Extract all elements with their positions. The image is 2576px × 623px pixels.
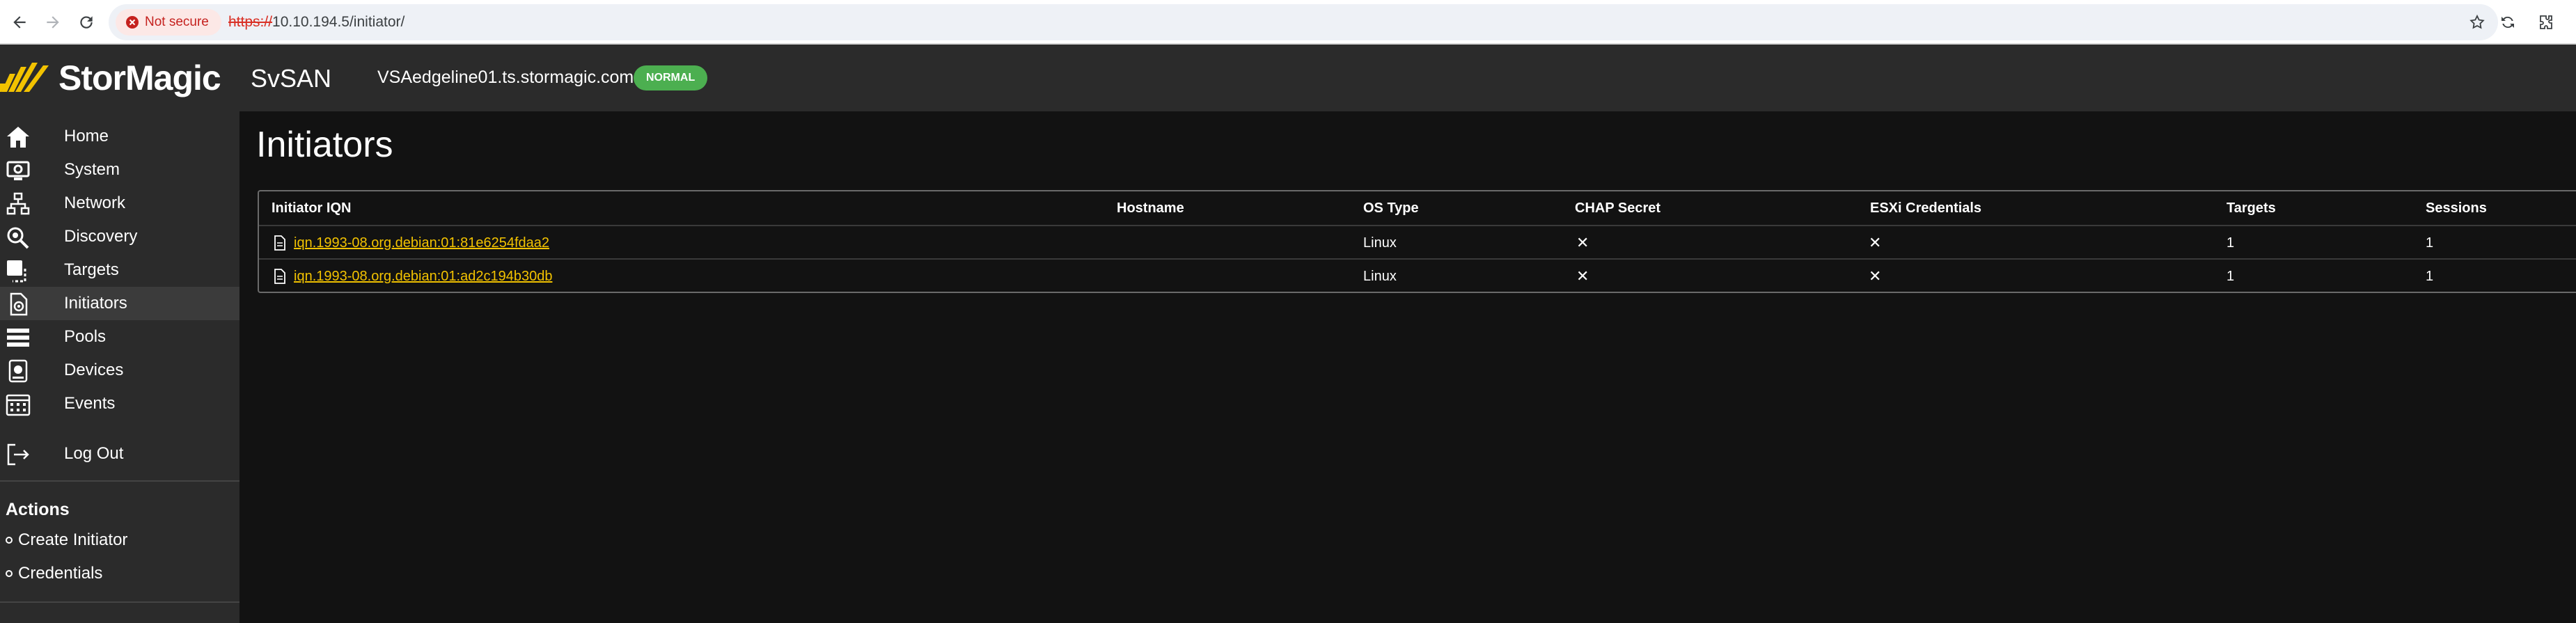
sync-button[interactable] [2494, 8, 2522, 36]
sidebar-divider [0, 480, 239, 482]
product-name: SvSAN [251, 64, 332, 93]
app-header: StorMagic SvSAN VSAedgeline01.ts.stormag… [0, 45, 2576, 111]
security-indicator[interactable]: Not secure [116, 9, 221, 36]
sidebar-item-label: Initiators [64, 294, 127, 313]
sidebar-item-label: Pools [64, 327, 107, 346]
sidebar-item-label: Events [64, 394, 116, 413]
reload-icon [80, 16, 93, 29]
sidebar-item-events[interactable]: Events [0, 387, 239, 420]
bookmark-button[interactable] [2463, 8, 2491, 36]
create-initiator-link[interactable]: Create Initiator [6, 530, 127, 550]
credentials-link[interactable]: Credentials [6, 564, 102, 583]
stormagic-logo[interactable]: StorMagic [0, 58, 221, 97]
star-icon [2469, 14, 2485, 29]
targets-icon [6, 259, 31, 283]
warning-icon [126, 16, 139, 29]
logo-text: StorMagic [58, 58, 221, 97]
home-icon [6, 125, 31, 149]
table-header-row: Initiator IQN Hostname OS Type CHAP Secr… [259, 191, 2576, 225]
discovery-icon [6, 226, 31, 249]
sidebar-item-devices[interactable]: Devices [0, 354, 239, 387]
sidebar-item-logout[interactable]: Log Out [0, 437, 239, 471]
logo-stripes-icon [0, 63, 49, 92]
os-type-cell: Linux [1363, 269, 1397, 284]
sidebar-item-network[interactable]: Network [0, 187, 239, 220]
sidebar: Home System Network Discovery Targets In… [0, 111, 239, 623]
extensions-button[interactable] [2531, 8, 2559, 36]
column-header-chap-secret[interactable]: CHAP Secret [1575, 191, 1660, 225]
browser-toolbar: Not secure https://10.10.194.5/initiator… [0, 0, 2576, 45]
table-row: iqn.1993-08.org.debian:01:81e6254fdaa2 L… [259, 225, 2576, 258]
back-button[interactable] [6, 8, 33, 36]
forward-button[interactable] [39, 8, 67, 36]
system-icon [6, 159, 31, 182]
security-label: Not secure [145, 15, 209, 29]
sidebar-item-targets[interactable]: Targets [0, 253, 239, 287]
url-path: 10.10.194.5/initiator/ [272, 14, 405, 30]
sidebar-item-label: Network [64, 194, 126, 212]
action-label: Create Initiator [18, 530, 128, 549]
esxi-credentials-cross-icon: ✕ [1869, 234, 1882, 251]
page-title: Initiators [256, 125, 393, 165]
column-header-sessions[interactable]: Sessions [2426, 191, 2487, 225]
devices-icon [6, 359, 31, 383]
initiator-iqn-link[interactable]: iqn.1993-08.org.debian:01:81e6254fdaa2 [294, 226, 549, 260]
initiators-table: Initiator IQN Hostname OS Type CHAP Secr… [258, 190, 2576, 293]
column-header-hostname[interactable]: Hostname [1117, 191, 1184, 225]
network-icon [6, 192, 31, 216]
table-row: iqn.1993-08.org.debian:01:ad2c194b30db L… [259, 258, 2576, 292]
chap-secret-cross-icon: ✕ [1576, 267, 1589, 285]
address-bar[interactable]: Not secure https://10.10.194.5/initiator… [109, 4, 2498, 40]
bullet-icon [6, 570, 13, 577]
sidebar-item-system[interactable]: System [0, 153, 239, 187]
initiator-iqn-link[interactable]: iqn.1993-08.org.debian:01:ad2c194b30db [294, 260, 552, 293]
document-icon [274, 235, 285, 251]
sessions-cell: 1 [2426, 235, 2434, 251]
sidebar-item-label: Targets [64, 260, 119, 279]
sidebar-item-pools[interactable]: Pools [0, 320, 239, 354]
initiators-icon [6, 292, 31, 316]
url-scheme: https:// [228, 14, 273, 30]
sidebar-item-home[interactable]: Home [0, 120, 239, 153]
sidebar-item-label: Devices [64, 361, 124, 379]
column-header-targets[interactable]: Targets [2226, 191, 2276, 225]
sessions-cell: 1 [2426, 269, 2434, 284]
column-header-esxi-credentials[interactable]: ESXi Credentials [1870, 191, 1981, 225]
document-icon [274, 269, 285, 284]
bullet-icon [6, 537, 13, 544]
sidebar-divider [0, 601, 239, 603]
forward-arrow-icon [47, 16, 59, 29]
sidebar-item-label: System [64, 160, 120, 179]
sidebar-item-label: Discovery [64, 227, 138, 246]
status-badge: NORMAL [634, 65, 708, 90]
sidebar-item-discovery[interactable]: Discovery [0, 220, 239, 253]
actions-heading: Actions [6, 500, 70, 519]
chap-secret-cross-icon: ✕ [1576, 234, 1589, 251]
targets-cell: 1 [2226, 269, 2235, 284]
back-arrow-icon [13, 16, 26, 29]
esxi-credentials-cross-icon: ✕ [1869, 267, 1882, 285]
pools-icon [6, 326, 31, 349]
column-header-os-type[interactable]: OS Type [1363, 191, 1419, 225]
sync-icon [2502, 16, 2514, 29]
logout-icon [6, 443, 31, 466]
puzzle-icon [2540, 15, 2552, 29]
reload-button[interactable] [72, 8, 100, 36]
action-label: Credentials [18, 564, 103, 583]
events-icon [6, 393, 31, 416]
host-name: VSAedgeline01.ts.stormagic.com [377, 68, 634, 87]
sidebar-item-initiators[interactable]: Initiators [0, 287, 239, 320]
os-type-cell: Linux [1363, 235, 1397, 251]
sidebar-item-label: Log Out [64, 444, 124, 463]
column-header-iqn[interactable]: Initiator IQN [272, 191, 351, 225]
sidebar-item-label: Home [64, 127, 109, 145]
url-text[interactable]: https://10.10.194.5/initiator/ [228, 4, 405, 40]
targets-cell: 1 [2226, 235, 2235, 251]
